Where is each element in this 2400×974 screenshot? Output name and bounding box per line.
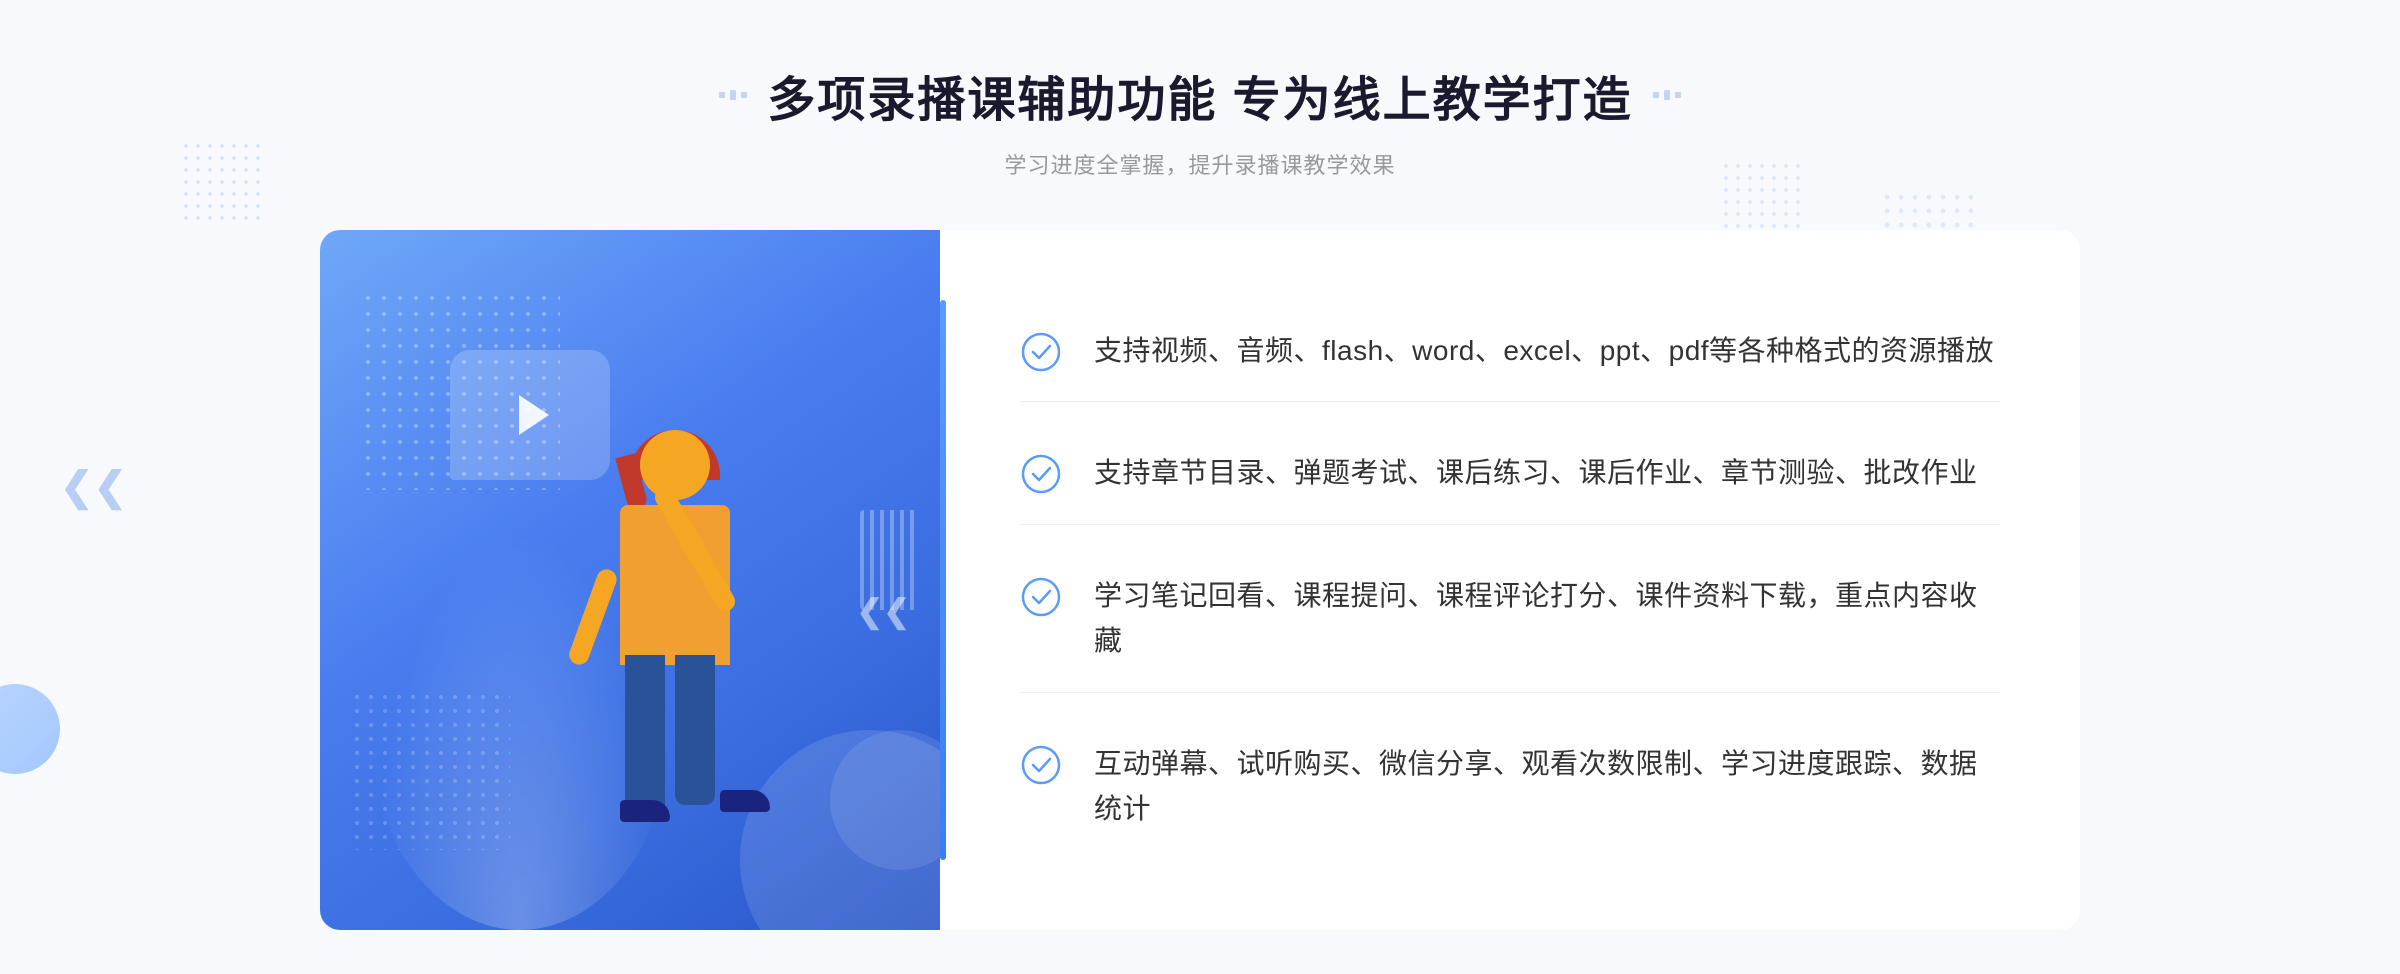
feature-text-1: 支持视频、音频、flash、word、excel、ppt、pdf等各种格式的资源…	[1094, 329, 1994, 374]
check-circle-icon-4	[1020, 744, 1062, 786]
feature-text-3: 学习笔记回看、课程提问、课程评论打分、课件资料下载，重点内容收藏	[1094, 574, 2000, 664]
feature-text-4: 互动弹幕、试听购买、微信分享、观看次数限制、学习进度跟踪、数据统计	[1094, 742, 2000, 832]
check-circle-icon-3	[1020, 576, 1062, 618]
main-card: ❮❮	[320, 230, 2080, 930]
feature-item-3: 学习笔记回看、课程提问、课程评论打分、课件资料下载，重点内容收藏	[1020, 546, 2000, 693]
feature-text-2: 支持章节目录、弹题考试、课后练习、课后作业、章节测验、批改作业	[1094, 451, 1978, 496]
person-leg-left	[625, 655, 665, 815]
circle-decoration-outside-left	[0, 684, 60, 774]
check-circle-icon-1	[1020, 331, 1062, 373]
person-leg-right	[675, 655, 715, 805]
chevron-decoration-illus: ❮❮	[856, 592, 910, 630]
check-circle-icon-2	[1020, 453, 1062, 495]
dots-decoration-right-top	[1720, 160, 1800, 240]
features-panel: 支持视频、音频、flash、word、excel、ppt、pdf等各种格式的资源…	[940, 230, 2080, 930]
person-figure	[540, 430, 840, 930]
title-wrapper: 多项录播课辅助功能 专为线上教学打造	[719, 60, 1680, 130]
page-container: ❮❮ 多项录播课辅助功能 专为线上教学打造 学习进度全掌握，提升录播课教学效果	[0, 0, 2400, 974]
title-decorator-right	[1653, 90, 1681, 100]
page-subtitle: 学习进度全掌握，提升录播课教学效果	[719, 148, 1680, 180]
feature-item-1: 支持视频、音频、flash、word、excel、ppt、pdf等各种格式的资源…	[1020, 301, 2000, 403]
feature-item-2: 支持章节目录、弹题考试、课后练习、课后作业、章节测验、批改作业	[1020, 423, 2000, 525]
illustration-area: ❮❮	[320, 230, 940, 930]
feature-item-4: 互动弹幕、试听购买、微信分享、观看次数限制、学习进度跟踪、数据统计	[1020, 714, 2000, 860]
person-arm-down	[566, 567, 619, 668]
person-shoe-right	[720, 790, 770, 812]
header-section: 多项录播课辅助功能 专为线上教学打造 学习进度全掌握，提升录播课教学效果	[719, 60, 1680, 180]
chevron-left-icon[interactable]: ❮❮	[60, 467, 127, 507]
person-shoe-left	[620, 800, 670, 822]
person-head	[640, 430, 710, 500]
dots-decoration-left-top	[180, 140, 260, 220]
play-icon	[519, 395, 549, 435]
title-decorator-left	[719, 90, 747, 100]
page-title: 多项录播课辅助功能 专为线上教学打造	[767, 60, 1632, 130]
